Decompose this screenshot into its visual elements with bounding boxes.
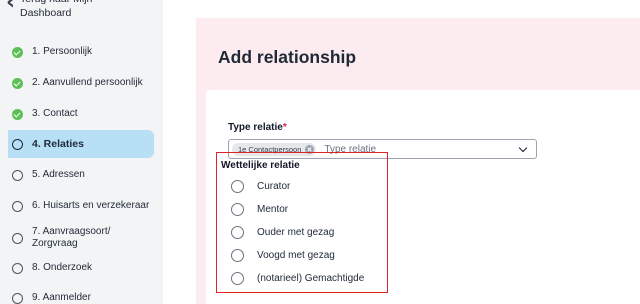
back-to-dashboard-label: Terug naar Mijn Dashboard bbox=[20, 0, 92, 19]
circle-icon bbox=[12, 232, 23, 244]
radio-button[interactable] bbox=[231, 248, 244, 262]
sidebar-item-aanvullend-persoonlijk[interactable]: 2. Aanvullend persoonlijk bbox=[8, 69, 154, 97]
sidebar-item-huisarts-en-verzekeraar[interactable]: 6. Huisarts en verzekeraar bbox=[8, 192, 154, 220]
circle-icon bbox=[12, 292, 23, 304]
step-label: 2. Aanvullend persoonlijk bbox=[32, 77, 143, 88]
step-label: 5. Adressen bbox=[32, 169, 85, 180]
step-label: 4. Relaties bbox=[32, 138, 84, 150]
page-title: Add relationship bbox=[218, 47, 357, 67]
radio-button[interactable] bbox=[231, 271, 244, 285]
sidebar-item-relaties[interactable]: 4. Relaties bbox=[8, 130, 154, 158]
radio-button[interactable] bbox=[231, 179, 244, 193]
sidebar-item-onderzoek[interactable]: 8. Onderzoek bbox=[8, 254, 154, 282]
step-label: 7. Aanvraagsoort/ Zorgvraag bbox=[32, 226, 111, 249]
relation-type-label: Type relatie* bbox=[228, 122, 287, 133]
radio-button[interactable] bbox=[231, 202, 244, 216]
option-label: Mentor bbox=[257, 203, 289, 215]
circle-icon bbox=[12, 138, 23, 150]
sidebar-item-aanmelder[interactable]: 9. Aanmelder bbox=[8, 284, 154, 304]
step-label: 1. Persoonlijk bbox=[32, 46, 93, 57]
radio-button[interactable] bbox=[231, 225, 244, 239]
legal-relation-group: Wettelijke relatie Curator Mentor Ouder … bbox=[216, 152, 388, 293]
required-marker: * bbox=[282, 122, 287, 133]
circle-icon bbox=[12, 262, 23, 274]
sidebar-item-aanvraagsoort-zorgvraag[interactable]: 7. Aanvraagsoort/ Zorgvraag bbox=[8, 221, 154, 255]
step-label: 9. Aanmelder bbox=[32, 292, 91, 303]
back-to-dashboard-link[interactable]: ‹ Terug naar Mijn Dashboard bbox=[0, 0, 163, 32]
check-circle-icon bbox=[12, 46, 23, 58]
option-voogd-met-gezag[interactable]: Voogd met gezag bbox=[231, 246, 335, 264]
circle-icon bbox=[12, 169, 23, 181]
chevron-down-icon[interactable] bbox=[518, 143, 528, 153]
option-label: Voogd met gezag bbox=[257, 249, 335, 261]
relation-type-label-text: Type relatie bbox=[228, 122, 283, 133]
circle-icon bbox=[12, 200, 23, 212]
option-ouder-met-gezag[interactable]: Ouder met gezag bbox=[231, 223, 334, 241]
step-label: 8. Onderzoek bbox=[32, 262, 93, 273]
check-circle-icon bbox=[12, 108, 23, 120]
option-label: Curator bbox=[257, 180, 291, 192]
step-label: 3. Contact bbox=[32, 108, 78, 119]
option-label: Ouder met gezag bbox=[257, 226, 335, 238]
sidebar-item-persoonlijk[interactable]: 1. Persoonlijk bbox=[8, 38, 154, 66]
sidebar: ‹ Terug naar Mijn Dashboard 1. Persoonli… bbox=[0, 0, 163, 304]
arrow-left-icon: ‹ bbox=[6, 0, 16, 15]
option-notarieel-gemachtigde[interactable]: (notarieel) Gemachtigde bbox=[231, 269, 364, 287]
option-mentor[interactable]: Mentor bbox=[231, 200, 288, 218]
sidebar-item-adressen[interactable]: 5. Adressen bbox=[8, 161, 154, 189]
step-label: 6. Huisarts en verzekeraar bbox=[32, 200, 150, 211]
check-circle-icon bbox=[12, 77, 23, 89]
option-curator[interactable]: Curator bbox=[231, 177, 290, 195]
option-label: (notarieel) Gemachtigde bbox=[257, 272, 365, 284]
legal-relation-label: Wettelijke relatie bbox=[221, 160, 300, 171]
sidebar-item-contact[interactable]: 3. Contact bbox=[8, 100, 154, 128]
